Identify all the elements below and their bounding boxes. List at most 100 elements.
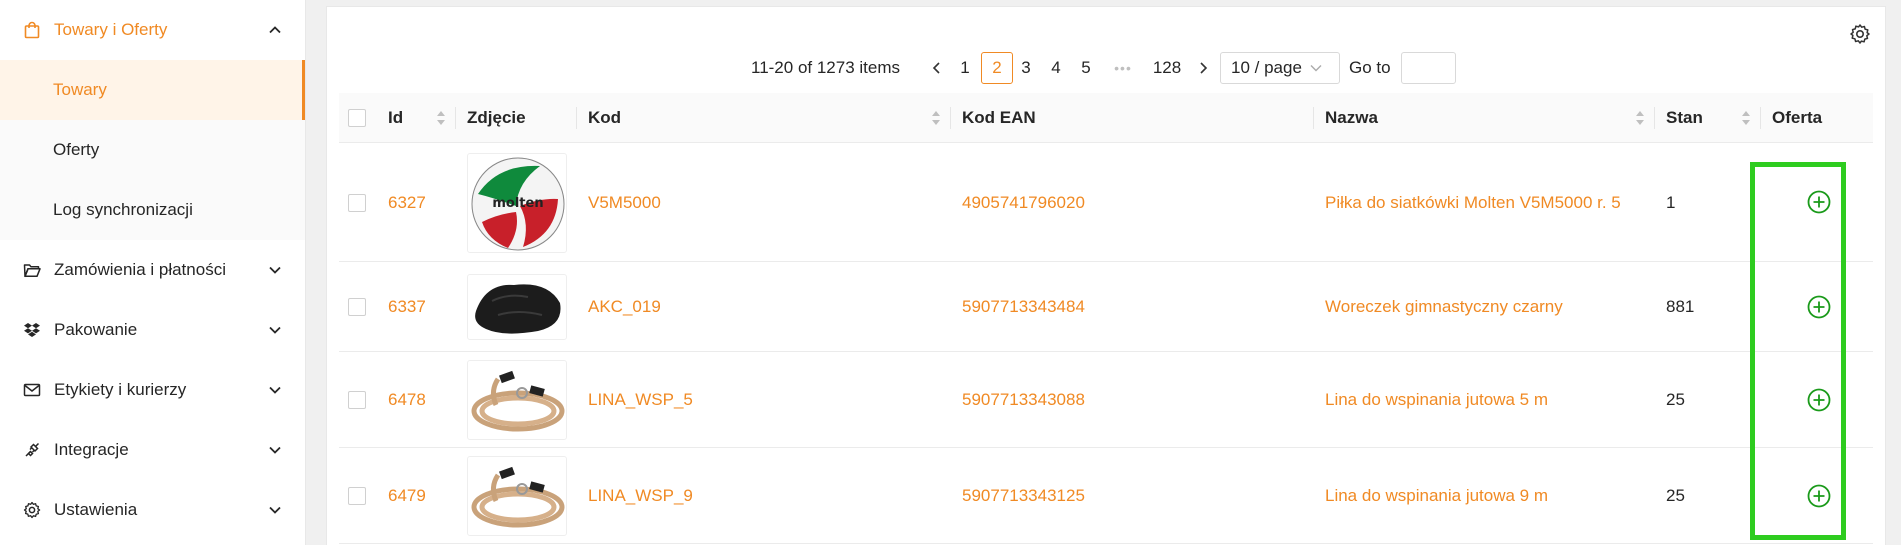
row-name-link[interactable]: Woreczek gimnastyczny czarny	[1325, 262, 1563, 352]
pagination-next-button[interactable]	[1193, 52, 1213, 84]
sidebar-item-label: Oferty	[53, 140, 100, 159]
menu-group-integracje[interactable]: Integracje	[0, 420, 305, 480]
menu-group-pakowanie[interactable]: Pakowanie	[0, 300, 305, 360]
menu-group-label: Zamówienia i płatności	[54, 260, 226, 279]
sort-icon[interactable]	[1741, 109, 1751, 127]
gear-icon	[22, 500, 42, 520]
column-header-ean: Kod EAN	[962, 108, 1036, 127]
submenu-towary: Towary Oferty Log synchronizacji	[0, 60, 305, 240]
menu-group-zamowienia[interactable]: Zamówienia i płatności	[0, 240, 305, 300]
sidebar-item-oferty[interactable]: Oferty	[0, 120, 305, 180]
pagination-summary: 11-20 of 1273 items	[751, 58, 900, 77]
column-divider	[455, 107, 456, 129]
row-name-link[interactable]: Piłka do siatkówki Molten V5M5000 r. 5	[1325, 144, 1621, 262]
offer-column-highlight	[1750, 162, 1846, 540]
dropbox-icon	[22, 320, 42, 340]
menu-group-label: Ustawienia	[54, 500, 138, 519]
sidebar-item-log-synchronizacji[interactable]: Log synchronizacji	[0, 180, 305, 240]
select-all-checkbox[interactable]	[348, 109, 366, 127]
row-id-link[interactable]: 6327	[388, 144, 426, 262]
goto-page-input[interactable]	[1401, 52, 1456, 84]
row-ean-link[interactable]: 5907713343088	[962, 352, 1085, 448]
column-header-offer: Oferta	[1772, 108, 1823, 127]
page-5-button[interactable]: 5	[1075, 52, 1097, 84]
row-stock: 25	[1666, 486, 1685, 505]
chevron-down-icon	[269, 326, 281, 334]
row-checkbox[interactable]	[348, 298, 366, 316]
plug-icon	[22, 440, 42, 460]
row-stock: 881	[1666, 297, 1695, 316]
pagination: 11-20 of 1273 items 1 2 3 4 5 ••• 128 10…	[327, 52, 1885, 92]
chevron-down-icon	[269, 506, 281, 514]
row-stock: 1	[1666, 193, 1676, 212]
chevron-left-icon	[932, 62, 940, 74]
sidebar-item-label: Towary	[53, 80, 107, 99]
row-stock: 25	[1666, 390, 1685, 409]
menu-group-towary-i-oferty[interactable]: Towary i Oferty	[0, 0, 305, 60]
svg-text:molten: molten	[492, 196, 543, 211]
column-divider	[576, 107, 577, 129]
column-divider	[1760, 107, 1761, 129]
row-code-link[interactable]: AKC_019	[588, 262, 661, 352]
page-size-select[interactable]: 10 / page	[1220, 52, 1340, 84]
menu-group-etykiety[interactable]: Etykiety i kurierzy	[0, 360, 305, 420]
page-128-button[interactable]: 128	[1147, 52, 1187, 84]
row-name-link[interactable]: Lina do wspinania jutowa 5 m	[1325, 352, 1548, 448]
chevron-up-icon	[269, 26, 281, 34]
menu-group-label: Integracje	[54, 440, 129, 459]
products-card: 11-20 of 1273 items 1 2 3 4 5 ••• 128 10…	[326, 6, 1886, 545]
table-settings-gear-icon[interactable]	[1849, 23, 1871, 45]
sidebar-item-label: Log synchronizacji	[53, 200, 193, 219]
goto-label: Go to	[1349, 58, 1391, 77]
pagination-prev-button[interactable]	[927, 52, 947, 84]
menu-group-label: Pakowanie	[54, 320, 138, 339]
sidebar-item-towary[interactable]: Towary	[0, 60, 305, 120]
page-2-button[interactable]: 2	[981, 52, 1013, 84]
table-row: 6479 LINA_WSP_9 5907713343125 Lina do ws…	[339, 448, 1873, 544]
pagination-ellipsis[interactable]: •••	[1105, 52, 1141, 84]
product-photo-rope[interactable]	[467, 360, 567, 440]
row-checkbox[interactable]	[348, 487, 366, 505]
column-header-stock[interactable]: Stan	[1666, 93, 1703, 143]
folder-open-icon	[22, 260, 42, 280]
row-code-link[interactable]: LINA_WSP_9	[588, 448, 693, 544]
row-code-link[interactable]: LINA_WSP_5	[588, 352, 693, 448]
row-id-link[interactable]: 6478	[388, 352, 426, 448]
mail-icon	[22, 380, 42, 400]
chevron-down-icon	[1310, 65, 1322, 72]
column-divider	[1313, 107, 1314, 129]
row-name-link[interactable]: Lina do wspinania jutowa 9 m	[1325, 448, 1548, 544]
column-header-photo: Zdjęcie	[467, 108, 526, 127]
menu-group-ustawienia[interactable]: Ustawienia	[0, 480, 305, 540]
row-id-link[interactable]: 6337	[388, 262, 426, 352]
table-header: Id Zdjęcie Kod Kod EAN Nazwa Stan Oferta	[339, 93, 1873, 143]
column-header-id[interactable]: Id	[388, 93, 403, 143]
row-ean-link[interactable]: 4905741796020	[962, 144, 1085, 262]
table-row: 6327 molten V5M5000 4905741796020 Piłka …	[339, 144, 1873, 262]
menu-group-label: Towary i Oferty	[54, 20, 168, 39]
row-checkbox[interactable]	[348, 194, 366, 212]
column-header-name[interactable]: Nazwa	[1325, 93, 1378, 143]
chevron-down-icon	[269, 446, 281, 454]
sort-icon[interactable]	[931, 109, 941, 127]
page-size-value: 10 / page	[1231, 58, 1302, 77]
sort-icon[interactable]	[436, 109, 446, 127]
product-photo-rope[interactable]	[467, 456, 567, 536]
product-photo-bean-bag[interactable]	[467, 274, 567, 340]
table-row: 6337 AKC_019 5907713343484 Woreczek gimn…	[339, 262, 1873, 352]
page-1-button[interactable]: 1	[954, 52, 976, 84]
row-id-link[interactable]: 6479	[388, 448, 426, 544]
column-divider	[950, 107, 951, 129]
row-checkbox[interactable]	[348, 391, 366, 409]
product-photo-volleyball[interactable]: molten	[467, 153, 567, 253]
sort-icon[interactable]	[1635, 109, 1645, 127]
page-3-button[interactable]: 3	[1015, 52, 1037, 84]
row-code-link[interactable]: V5M5000	[588, 144, 661, 262]
row-ean-link[interactable]: 5907713343125	[962, 448, 1085, 544]
column-divider	[1654, 107, 1655, 129]
sidebar: Towary i Oferty Towary Oferty Log synchr…	[0, 0, 306, 545]
page-4-button[interactable]: 4	[1045, 52, 1067, 84]
row-ean-link[interactable]: 5907713343484	[962, 262, 1085, 352]
column-header-code[interactable]: Kod	[588, 93, 621, 143]
shopping-bag-icon	[22, 20, 42, 40]
